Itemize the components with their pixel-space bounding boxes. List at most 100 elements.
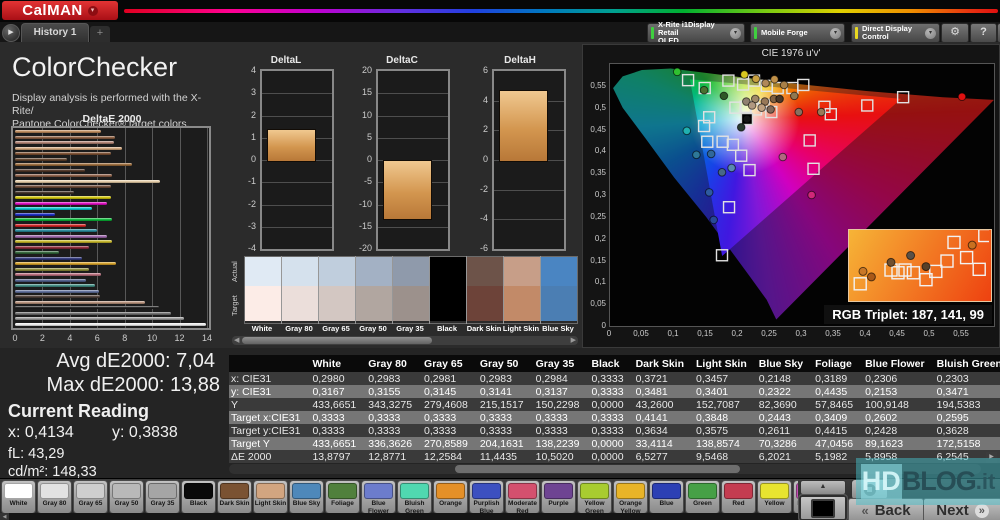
expand-panel-button[interactable]: ▲ <box>800 480 846 495</box>
mini-y-tick: 6 <box>482 65 488 75</box>
patch-button-gray-50[interactable]: Gray 50 <box>109 480 144 513</box>
calman-logo-menu[interactable]: CalMAN ▾ <box>2 1 118 20</box>
deltae-x-tick: 0 <box>12 333 18 343</box>
table-col-header: Blue Sky <box>756 355 814 372</box>
patch-button-red[interactable]: Red <box>721 480 756 513</box>
deltae-x-tick: 10 <box>147 333 158 343</box>
strip-scrollbar[interactable]: ◀ ▶ <box>232 336 578 345</box>
tab-history-1[interactable]: History 1 <box>21 23 89 43</box>
patch-color-chip <box>40 483 69 499</box>
add-tab-button[interactable]: + <box>90 26 110 42</box>
table-cell: 57,8465 <box>813 398 864 411</box>
cie-x-tick: 0,35 <box>825 329 841 338</box>
patch-button-label: Red <box>732 500 745 507</box>
source-dropdown-icon: ▾ <box>830 27 841 39</box>
table-cell: 0,3333 <box>422 424 478 437</box>
display-control-selector[interactable]: Direct Display Control ▾ <box>851 23 940 43</box>
table-scrollbar-thumb[interactable] <box>454 465 741 473</box>
scroll-left-icon[interactable]: ◀ <box>234 336 239 345</box>
patch-button-dark-skin[interactable]: Dark Skin <box>217 480 252 513</box>
cie-measured-point <box>699 85 709 95</box>
deltae-bar <box>15 130 102 134</box>
table-cell: 0,2981 <box>422 372 478 385</box>
cie-measured-point <box>751 74 761 84</box>
patch-button-yellow[interactable]: Yellow <box>757 480 792 513</box>
patch-button-foliage[interactable]: Foliage <box>325 480 360 513</box>
mini-plot-area <box>492 69 566 251</box>
patch-button-moderate-red[interactable]: Moderate Red <box>505 480 540 513</box>
table-cell: 0,2303 <box>934 372 1000 385</box>
pattern-window-button[interactable] <box>798 494 848 520</box>
patch-label: White <box>251 324 273 333</box>
patch-button-light-skin[interactable]: Light Skin <box>253 480 288 513</box>
table-row-label: Y <box>229 398 311 411</box>
patch-button-black[interactable]: Black <box>181 480 216 513</box>
cie-measured-point <box>757 103 766 112</box>
patch-button-purple[interactable]: Purple <box>541 480 576 513</box>
table-cell: 12,2584 <box>422 450 478 463</box>
patch-button-white[interactable]: White <box>1 480 36 513</box>
help-button[interactable]: ? <box>970 23 997 43</box>
patch-button-gray-35[interactable]: Gray 35 <box>145 480 180 513</box>
cie-measured-point <box>742 114 752 124</box>
patch-button-orange[interactable]: Orange <box>433 480 468 513</box>
mini-y-tick: 4 <box>482 94 488 105</box>
patch-button-gray-80[interactable]: Gray 80 <box>37 480 72 513</box>
patch-button-orange-yellow[interactable]: Orange Yellow <box>613 480 648 513</box>
deltae-bar <box>15 267 90 271</box>
calman-logo-text: CalMAN <box>22 2 83 19</box>
settings-button[interactable]: ⚙ <box>941 23 969 43</box>
table-cell: 336,3626 <box>366 437 423 450</box>
meter-selector[interactable]: X-Rite i1Display Retail OLED ▾ <box>647 21 745 45</box>
patch-button-bluish-green[interactable]: Bluish Green <box>397 480 432 513</box>
table-cell: 0,3167 <box>310 385 367 398</box>
table-cell: 9,5468 <box>694 450 757 463</box>
gear-icon: ⚙ <box>950 26 960 38</box>
deltae-bar <box>15 306 159 310</box>
patch-color-chip <box>652 483 681 499</box>
history-menu-button[interactable]: ▶ <box>2 24 20 42</box>
cie-measured-point <box>740 70 749 79</box>
mini-gridline <box>378 137 448 139</box>
calman-app: CalMAN ▾ ▶ History 1 + X-Rite i1Display … <box>0 0 1000 520</box>
mini-gridline <box>494 219 564 221</box>
patch-label: Black <box>436 324 457 333</box>
cie-measured-point <box>778 152 788 162</box>
cie-target-square <box>743 163 756 177</box>
patch-button-gray-65[interactable]: Gray 65 <box>73 480 108 513</box>
rainbow-gradient-strip <box>124 9 998 13</box>
inset-target-square <box>891 266 905 280</box>
table-cell: 0,2322 <box>756 385 814 398</box>
source-selector[interactable]: Mobile Forge ▾ <box>750 23 845 43</box>
table-col-header: Gray 50 <box>477 355 534 372</box>
table-cell: 0,3848 <box>694 411 757 424</box>
table-cell: 0,3721 <box>633 372 695 385</box>
patch-button-purplish-blue[interactable]: Purplish Blue <box>469 480 504 513</box>
patch-target-color <box>430 286 466 321</box>
scroll-left-icon[interactable]: ◀ <box>0 513 9 520</box>
table-cell: 279,4608 <box>422 398 478 411</box>
cie-target-square <box>722 201 736 214</box>
table-cell: 0,3333 <box>366 411 423 424</box>
cie-x-tick: 0,5 <box>923 329 935 338</box>
patch-button-blue[interactable]: Blue <box>649 480 684 513</box>
patch-button-label: Dark Skin <box>219 500 250 507</box>
table-cell: 0,3333 <box>589 372 634 385</box>
tab-row: ▶ History 1 + X-Rite i1Display Retail OL… <box>0 21 1000 45</box>
patch-bar-scrollbar[interactable]: ◀ ▶ <box>0 513 893 520</box>
table-row: Target Y 433,6651 336,3626 270,8589 204,1631… <box>229 437 1000 450</box>
table-col-header: Black <box>589 355 634 372</box>
strip-scrollbar-thumb[interactable] <box>242 337 432 344</box>
patch-button-label: Blue Flower <box>368 500 389 513</box>
table-cell: 0,3137 <box>533 385 590 398</box>
patch-button-blue-sky[interactable]: Blue Sky <box>289 480 324 513</box>
patch-button-yellow-green[interactable]: Yellow Green <box>577 480 612 513</box>
mini-y-tick: 10 <box>361 109 372 120</box>
patch-button-label: Yellow Green <box>584 500 605 513</box>
scroll-right-icon[interactable]: ▶ <box>571 336 576 345</box>
patch-button-blue-flower[interactable]: Blue Flower <box>361 480 396 513</box>
cie-target-square <box>797 78 810 92</box>
mini-y-tick: 0 <box>250 154 256 164</box>
patch-button-green[interactable]: Green <box>685 480 720 513</box>
inset-measured-point <box>858 266 868 276</box>
